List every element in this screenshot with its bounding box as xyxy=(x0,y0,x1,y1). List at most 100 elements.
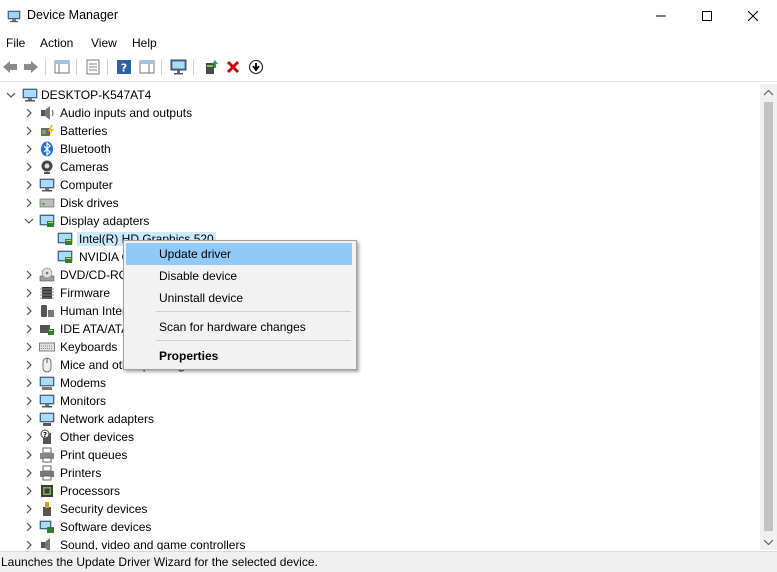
chevron-right-icon[interactable] xyxy=(24,414,34,424)
menu-file[interactable]: File xyxy=(6,36,25,50)
tree-item-software-devices[interactable]: Software devices xyxy=(0,518,760,536)
menu-action[interactable]: Action xyxy=(40,36,73,50)
details-pane-button[interactable] xyxy=(138,58,156,76)
chevron-right-icon[interactable] xyxy=(24,468,34,478)
tree-item-nvidia-graphics[interactable]: NVIDIA GeForce 940M xyxy=(0,248,760,266)
chevron-down-icon[interactable] xyxy=(6,90,16,100)
chevron-right-icon[interactable] xyxy=(24,144,34,154)
tree-root[interactable]: DESKTOP-K547AT4 xyxy=(0,86,760,104)
computer-icon xyxy=(22,88,38,102)
tree-item-mice[interactable]: Mice and other pointing devices xyxy=(0,356,760,374)
security-icon xyxy=(43,502,51,516)
chevron-right-icon[interactable] xyxy=(24,324,34,334)
maximize-button[interactable] xyxy=(684,0,730,32)
chevron-right-icon[interactable] xyxy=(24,180,34,190)
monitor-icon xyxy=(170,59,187,75)
show-hide-tree-button[interactable] xyxy=(53,58,71,76)
chevron-right-icon[interactable] xyxy=(24,504,34,514)
tree-item-label: Cameras xyxy=(60,160,109,174)
scan-hardware-button[interactable] xyxy=(170,58,188,76)
tree-item-hid[interactable]: Human Interface Devices xyxy=(0,302,760,320)
tree-item-sound[interactable]: Sound, video and game controllers xyxy=(0,536,760,550)
chevron-right-icon[interactable] xyxy=(24,378,34,388)
device-tree[interactable]: DESKTOP-K547AT4 Audio inputs and outputs… xyxy=(0,84,760,550)
chevron-right-icon[interactable] xyxy=(24,306,34,316)
help-button[interactable]: ? xyxy=(115,58,133,76)
tree-item-monitors[interactable]: Monitors xyxy=(0,392,760,410)
tree-item-network[interactable]: Network adapters xyxy=(0,410,760,428)
back-button[interactable] xyxy=(1,58,19,76)
details-pane-icon xyxy=(139,60,155,74)
scan-hardware-menu-item[interactable]: Scan for hardware changes xyxy=(126,316,352,338)
scroll-up-button[interactable] xyxy=(760,84,777,101)
scroll-thumb[interactable] xyxy=(764,102,773,531)
keyboard-icon xyxy=(39,342,55,352)
tree-item-computer[interactable]: Computer xyxy=(0,176,760,194)
tree-item-display-adapters[interactable]: Display adapters xyxy=(0,212,760,230)
display-adapter-icon xyxy=(57,232,73,245)
menu-bar: File Action View Help xyxy=(0,33,777,53)
chevron-right-icon[interactable] xyxy=(24,522,34,532)
uninstall-device-button[interactable] xyxy=(224,58,242,76)
tree-item-intel-graphics[interactable]: Intel(R) HD Graphics 520 xyxy=(0,230,760,248)
minimize-button[interactable] xyxy=(638,0,684,32)
forward-button[interactable] xyxy=(22,58,40,76)
tree-item-ide[interactable]: IDE ATA/ATAPI controllers xyxy=(0,320,760,338)
tree-item-firmware[interactable]: Firmware xyxy=(0,284,760,302)
tree-item-dvd[interactable]: DVD/CD-ROM drives xyxy=(0,266,760,284)
tree-item-bluetooth[interactable]: Bluetooth xyxy=(0,140,760,158)
close-button[interactable] xyxy=(730,0,776,32)
chevron-right-icon[interactable] xyxy=(24,540,34,550)
chevron-right-icon[interactable] xyxy=(24,432,34,442)
chevron-right-icon[interactable] xyxy=(24,198,34,208)
chevron-right-icon[interactable] xyxy=(24,396,34,406)
title-bar: Device Manager xyxy=(0,0,777,32)
update-driver-menu-item[interactable]: Update driver xyxy=(126,243,352,265)
tree-item-keyboards[interactable]: Keyboards xyxy=(0,338,760,356)
tree-item-modems[interactable]: Modems xyxy=(0,374,760,392)
tree-item-audio[interactable]: Audio inputs and outputs xyxy=(0,104,760,122)
uninstall-device-menu-item[interactable]: Uninstall device xyxy=(126,287,352,309)
chevron-down-icon[interactable] xyxy=(24,216,34,226)
enable-device-button[interactable] xyxy=(247,58,265,76)
chevron-right-icon[interactable] xyxy=(24,342,34,352)
svg-text:?: ? xyxy=(43,431,47,439)
tree-item-processors[interactable]: Processors xyxy=(0,482,760,500)
properties-menu-item[interactable]: Properties xyxy=(126,345,352,367)
tree-item-print-queues[interactable]: Print queues xyxy=(0,446,760,464)
tree-item-security[interactable]: Security devices xyxy=(0,500,760,518)
menu-view[interactable]: View xyxy=(91,36,117,50)
tree-item-cameras[interactable]: Cameras xyxy=(0,158,760,176)
camera-icon xyxy=(41,160,53,174)
scroll-down-button[interactable] xyxy=(760,533,777,550)
chevron-right-icon[interactable] xyxy=(24,126,34,136)
chevron-right-icon[interactable] xyxy=(24,486,34,496)
ide-icon xyxy=(40,325,54,335)
status-bar: Launches the Update Driver Wizard for th… xyxy=(0,551,777,572)
tree-item-label: Printers xyxy=(60,466,102,480)
chevron-right-icon[interactable] xyxy=(24,162,34,172)
vertical-scrollbar[interactable] xyxy=(760,84,777,550)
printer-icon xyxy=(40,465,54,481)
minimize-icon xyxy=(656,15,666,17)
chevron-right-icon[interactable] xyxy=(24,270,34,280)
properties-button[interactable] xyxy=(84,58,102,76)
chevron-right-icon[interactable] xyxy=(24,108,34,118)
update-driver-button[interactable] xyxy=(202,58,220,76)
tree-item-label: Computer xyxy=(60,178,113,192)
menu-help[interactable]: Help xyxy=(132,36,157,50)
chevron-right-icon[interactable] xyxy=(24,450,34,460)
tree-item-label: Display adapters xyxy=(60,214,150,228)
chevron-right-icon[interactable] xyxy=(24,360,34,370)
tree-item-disk-drives[interactable]: Disk drives xyxy=(0,194,760,212)
bluetooth-icon xyxy=(41,141,53,157)
tree-item-batteries[interactable]: Batteries xyxy=(0,122,760,140)
tree-item-other-devices[interactable]: ? Other devices xyxy=(0,428,760,446)
forward-icon xyxy=(24,61,38,73)
firmware-icon xyxy=(40,287,54,299)
disable-device-menu-item[interactable]: Disable device xyxy=(126,265,352,287)
speaker-icon xyxy=(41,106,54,120)
chevron-right-icon[interactable] xyxy=(24,288,34,298)
tree-item-printers[interactable]: Printers xyxy=(0,464,760,482)
menu-item-label: Uninstall device xyxy=(159,291,244,305)
